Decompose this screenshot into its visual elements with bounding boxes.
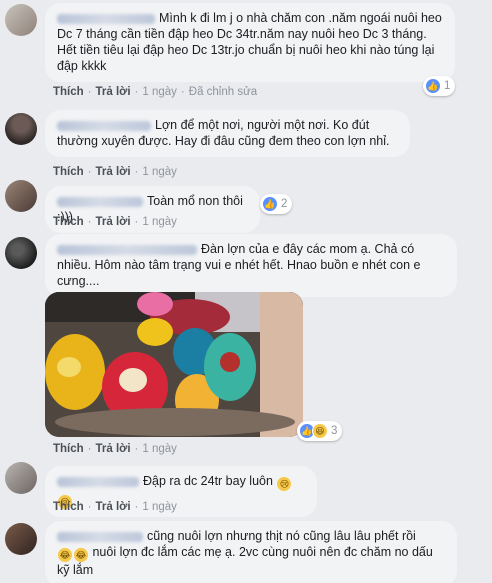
- avatar[interactable]: [5, 523, 37, 555]
- attached-photo-piggy-banks[interactable]: [45, 292, 303, 437]
- timestamp[interactable]: 1 ngày: [142, 443, 177, 455]
- comment-actions: Thích · Trả lời · 1 ngày: [53, 501, 177, 513]
- haha-icon: 😆: [312, 423, 328, 439]
- reaction-summary[interactable]: 👍 😆 3: [297, 421, 343, 441]
- like-link[interactable]: Thích: [53, 216, 84, 228]
- comment-bubble: Mình k đi lm j o nhà chăm con .năm ngoái…: [45, 3, 455, 82]
- comment-text-line2: nuôi lợn đc lắm các mẹ ạ. 2vc cùng nuôi …: [57, 545, 433, 577]
- comment-bubble: Lợn để một nơi, người một nơi. Ko đút th…: [45, 110, 410, 157]
- comment-bubble: cũng nuôi lợn nhưng thịt nó cũng lâu lâu…: [45, 521, 457, 583]
- avatar[interactable]: [5, 113, 37, 145]
- comment-text-line1: cũng nuôi lợn nhưng thịt nó cũng lâu lâu…: [147, 529, 416, 543]
- reaction-summary[interactable]: 👍 2: [260, 194, 293, 214]
- timestamp[interactable]: 1 ngày: [142, 216, 177, 228]
- laugh-emoji-icon: 😂: [58, 548, 72, 562]
- cry-emoji-icon: 😢: [277, 477, 292, 491]
- timestamp[interactable]: 1 ngày: [142, 501, 177, 513]
- reply-link[interactable]: Trả lời: [96, 216, 131, 228]
- author-name-blurred[interactable]: [57, 196, 143, 207]
- reply-link[interactable]: Trả lời: [96, 443, 131, 455]
- reaction-summary[interactable]: 👍 1: [423, 76, 456, 96]
- laugh-emoji-icon: 😂: [74, 548, 88, 562]
- comment-actions: Thích · Trả lời · 1 ngày: [53, 166, 177, 178]
- reaction-count: 2: [281, 198, 288, 210]
- comment-actions: Thích · Trả lời · 1 ngày · Đã chỉnh sửa: [53, 86, 258, 98]
- edited-label[interactable]: Đã chỉnh sửa: [189, 86, 257, 98]
- author-name-blurred[interactable]: [57, 13, 155, 24]
- comment-bubble: Đàn lợn của e đây các mom ạ. Chả có nhiề…: [45, 234, 457, 297]
- like-link[interactable]: Thích: [53, 501, 84, 513]
- like-icon: 👍: [425, 78, 441, 94]
- avatar[interactable]: [5, 237, 37, 269]
- avatar[interactable]: [5, 4, 37, 36]
- reaction-count: 1: [444, 80, 451, 92]
- reply-link[interactable]: Trả lời: [96, 86, 131, 98]
- timestamp[interactable]: 1 ngày: [142, 86, 177, 98]
- reaction-count: 3: [331, 425, 338, 437]
- comment-actions: Thích · Trả lời · 1 ngày: [53, 443, 177, 455]
- author-name-blurred[interactable]: [57, 531, 143, 542]
- avatar[interactable]: [5, 462, 37, 494]
- like-icon: 👍: [262, 196, 278, 212]
- like-link[interactable]: Thích: [53, 166, 84, 178]
- comment-actions: Thích · Trả lời · 1 ngày: [53, 216, 177, 228]
- author-name-blurred[interactable]: [57, 476, 139, 487]
- reply-link[interactable]: Trả lời: [96, 501, 131, 513]
- timestamp[interactable]: 1 ngày: [142, 166, 177, 178]
- like-link[interactable]: Thích: [53, 86, 84, 98]
- author-name-blurred[interactable]: [57, 244, 197, 255]
- piggy-banks-image: [45, 292, 303, 437]
- avatar[interactable]: [5, 180, 37, 212]
- reply-link[interactable]: Trả lời: [96, 166, 131, 178]
- comment-text: Đập ra dc 24tr bay luôn: [143, 474, 273, 488]
- like-link[interactable]: Thích: [53, 443, 84, 455]
- author-name-blurred[interactable]: [57, 120, 151, 131]
